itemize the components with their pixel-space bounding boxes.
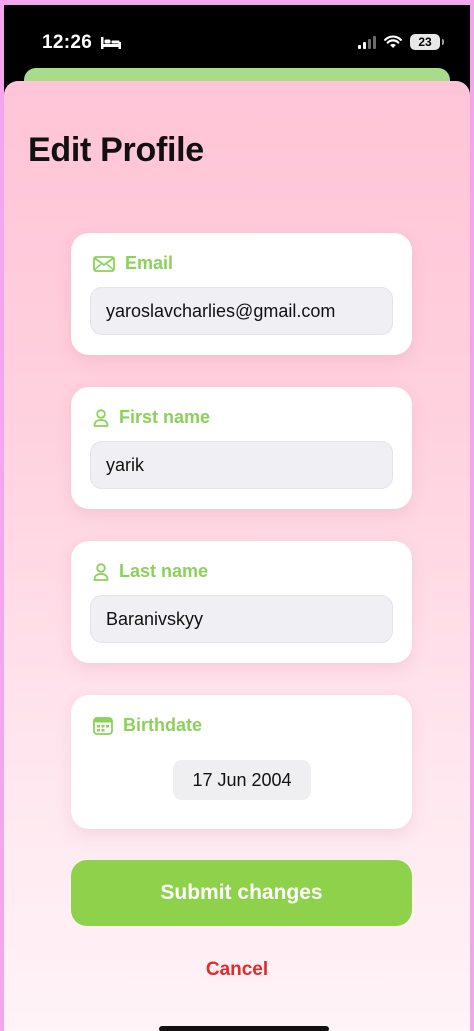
- submit-changes-button[interactable]: Submit changes: [71, 860, 412, 926]
- first-name-label: First name: [119, 407, 211, 427]
- home-indicator: [159, 1026, 329, 1031]
- first-name-field[interactable]: yarik: [90, 441, 393, 489]
- first-name-label-row: First name: [93, 407, 210, 428]
- last-name-label: Last name: [119, 561, 209, 581]
- email-label-row: Email: [93, 253, 173, 274]
- last-name-field[interactable]: Baranivskyy: [90, 595, 393, 643]
- email-card: Email yaroslavcharlies@gmail.com: [71, 233, 412, 355]
- phone-screen: 12:26 23 Edit Profile Email yaroslavchar…: [4, 5, 470, 1031]
- edit-profile-sheet: Edit Profile Email yaroslavcharlies@gmai…: [4, 81, 470, 1031]
- person-icon: [93, 562, 109, 581]
- page-title: Edit Profile: [28, 131, 204, 169]
- last-name-card: Last name Baranivskyy: [71, 541, 412, 663]
- status-time-group: 12:26: [42, 32, 122, 54]
- last-name-label-row: Last name: [93, 561, 208, 582]
- first-name-card: First name yarik: [71, 387, 412, 509]
- birthdate-picker[interactable]: 17 Jun 2004: [173, 760, 311, 800]
- battery-icon: 23: [410, 34, 444, 50]
- email-label: Email: [125, 253, 174, 273]
- email-field[interactable]: yaroslavcharlies@gmail.com: [90, 287, 393, 335]
- bed-icon: [101, 37, 122, 49]
- calendar-icon: [93, 716, 113, 735]
- status-indicators: 23: [358, 34, 444, 50]
- battery-level: 23: [418, 35, 432, 49]
- birthdate-label-row: Birthdate: [93, 715, 202, 736]
- person-icon: [93, 408, 109, 427]
- envelope-icon: [93, 255, 115, 272]
- birthdate-card: Birthdate 17 Jun 2004: [71, 695, 412, 829]
- status-bar: 12:26 23: [4, 5, 470, 77]
- cancel-button[interactable]: Cancel: [4, 959, 470, 981]
- birthdate-label: Birthdate: [123, 715, 203, 735]
- wifi-icon: [384, 35, 402, 48]
- status-time: 12:26: [42, 32, 93, 53]
- signal-icon: [358, 35, 376, 49]
